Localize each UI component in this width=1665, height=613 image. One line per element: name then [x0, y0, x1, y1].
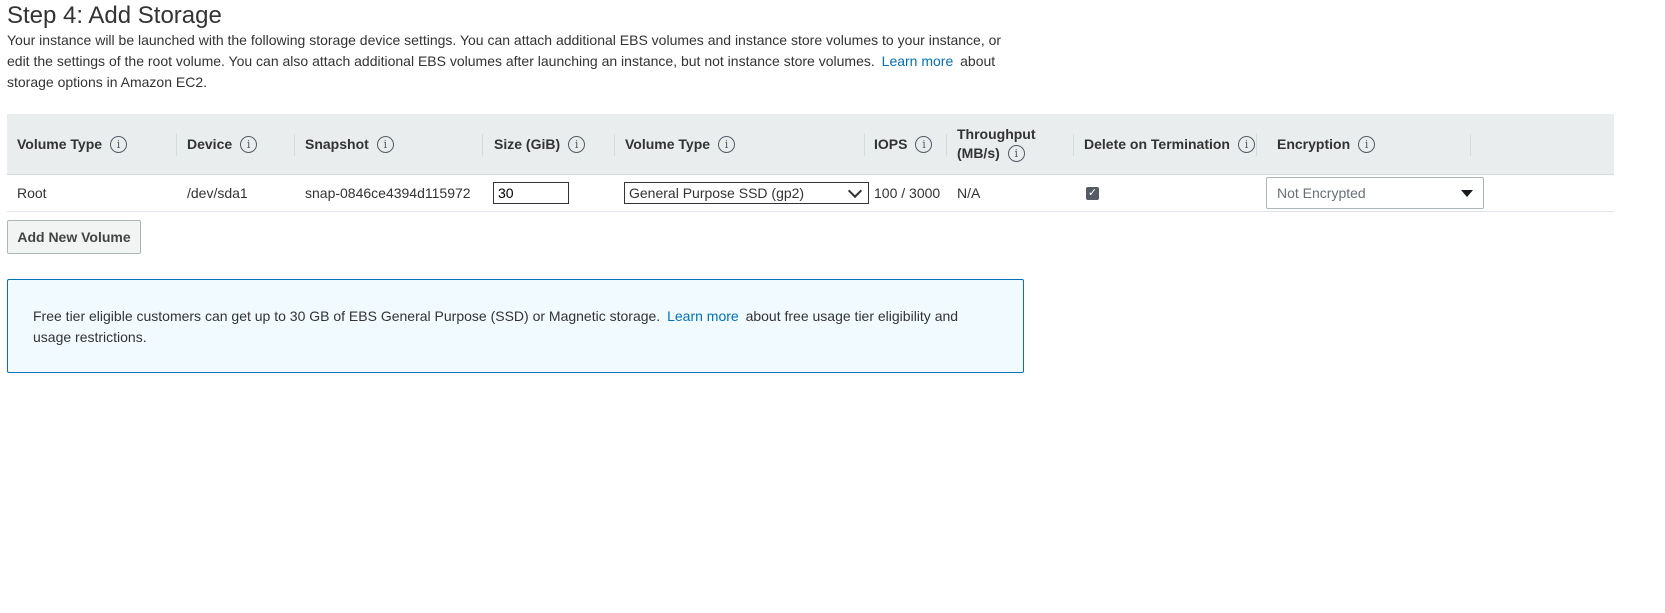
column-divider[interactable]	[176, 134, 177, 156]
cell-volume-type: Root	[17, 185, 47, 201]
free-tier-info-box: Free tier eligible customers can get up …	[7, 279, 1024, 373]
column-divider[interactable]	[946, 134, 947, 156]
size-input[interactable]	[493, 182, 569, 204]
cell-size	[493, 175, 569, 211]
volume-type-selected: General Purpose SSD (gp2)	[629, 185, 805, 201]
info-icon[interactable]: i	[915, 135, 933, 153]
learn-more-storage-link[interactable]: Learn more	[882, 53, 954, 69]
info-icon[interactable]: i	[376, 135, 394, 153]
free-tier-text: Free tier eligible customers can get up …	[33, 308, 959, 345]
checkbox-checked-icon: ✓	[1087, 186, 1098, 199]
table-row: Root /dev/sda1 snap-0846ce4394d115972 Ge…	[7, 175, 1614, 212]
info-icon[interactable]: i	[1237, 135, 1255, 153]
cell-device: /dev/sda1	[187, 185, 248, 201]
info-icon[interactable]: i	[568, 135, 586, 153]
cell-snapshot: snap-0846ce4394d115972	[305, 185, 471, 201]
encryption-select[interactable]: Not Encrypted	[1266, 177, 1484, 209]
delete-on-termination-checkbox[interactable]: ✓	[1086, 186, 1099, 200]
info-icon[interactable]: i	[1007, 145, 1025, 162]
column-divider[interactable]	[1073, 134, 1074, 156]
column-divider[interactable]	[614, 134, 615, 156]
description-text: Your instance will be launched with the …	[7, 32, 1002, 69]
header-snapshot: Snapshot i	[305, 114, 394, 174]
header-encryption: Encryption i	[1277, 114, 1376, 174]
page-title: Step 4: Add Storage	[7, 2, 222, 29]
chevron-down-icon	[847, 183, 863, 198]
volume-type-select[interactable]: General Purpose SSD (gp2)	[624, 182, 869, 204]
header-throughput: Throughput (MB/s) i	[957, 126, 1036, 162]
storage-table: Volume Type i Device i Snapshot i Size (…	[7, 114, 1614, 212]
info-icon[interactable]: i	[718, 135, 736, 153]
header-device: Device i	[187, 114, 258, 174]
column-divider[interactable]	[864, 134, 865, 156]
cell-throughput: N/A	[957, 185, 981, 201]
cell-iops: 100 / 3000	[874, 185, 941, 201]
header-volume-type: Volume Type i	[17, 114, 128, 174]
add-new-volume-button[interactable]: Add New Volume	[7, 220, 141, 254]
info-icon[interactable]: i	[1358, 135, 1376, 153]
header-ebs-volume-type: Volume Type i	[625, 114, 736, 174]
header-size: Size (GiB) i	[494, 114, 586, 174]
page-description: Your instance will be launched with the …	[7, 30, 1007, 93]
header-iops: IOPS i	[874, 114, 933, 174]
caret-down-icon	[1461, 189, 1473, 197]
table-header: Volume Type i Device i Snapshot i Size (…	[7, 114, 1614, 175]
info-icon[interactable]: i	[240, 135, 258, 153]
column-divider[interactable]	[1256, 134, 1257, 156]
cell-delete-on-termination: ✓	[1086, 175, 1099, 211]
column-divider[interactable]	[482, 134, 483, 156]
column-divider[interactable]	[1470, 134, 1471, 156]
learn-more-free-tier-link[interactable]: Learn more	[667, 308, 739, 324]
header-delete-on-termination: Delete on Termination i	[1084, 114, 1255, 174]
info-icon[interactable]: i	[110, 135, 128, 153]
cell-ebs-volume-type: General Purpose SSD (gp2)	[624, 175, 869, 211]
cell-encryption: Not Encrypted	[1266, 175, 1484, 211]
encryption-selected: Not Encrypted	[1277, 185, 1366, 201]
column-divider[interactable]	[294, 134, 295, 156]
